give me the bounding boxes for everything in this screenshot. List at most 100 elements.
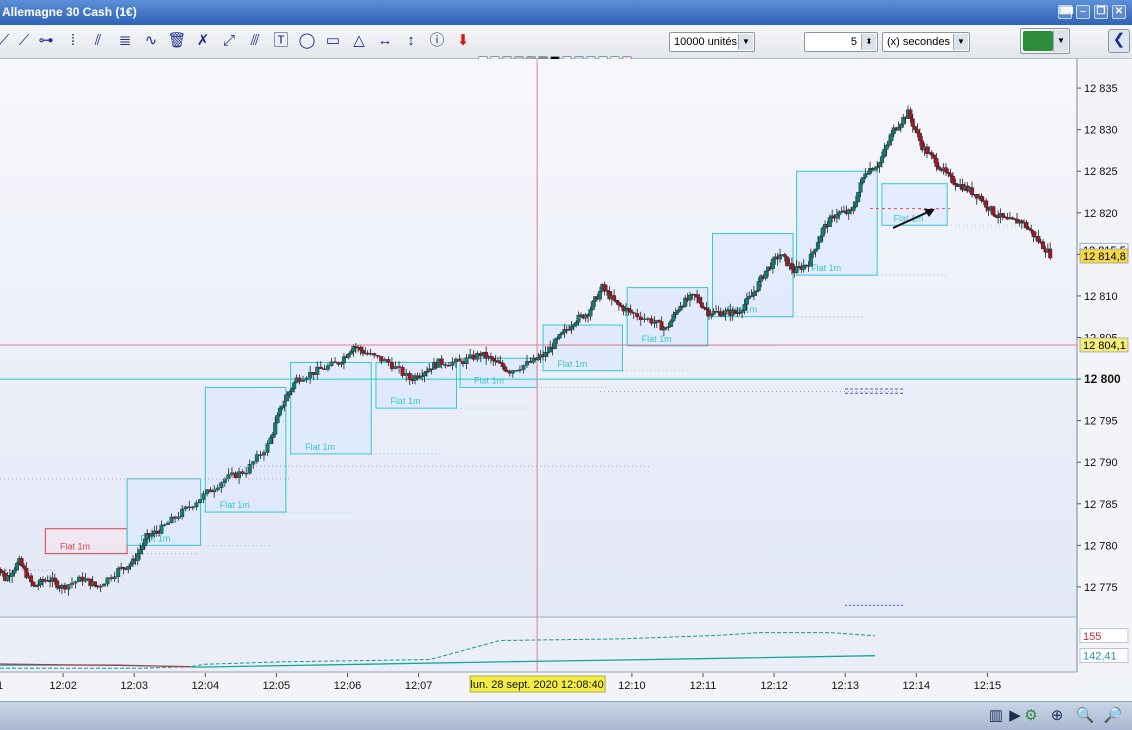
candle-body <box>215 487 220 491</box>
candle-body <box>116 568 121 577</box>
candle-body <box>275 414 280 424</box>
candle-body <box>576 314 581 323</box>
channel-tool-icon[interactable]: ⫽ <box>88 31 108 51</box>
candle-body <box>349 351 354 355</box>
candle-body <box>1029 229 1034 232</box>
eraser-icon[interactable]: ✗ <box>193 31 213 51</box>
candle-body <box>180 508 185 518</box>
candle-body <box>205 489 210 494</box>
indicators-chart-icon <box>1023 31 1053 51</box>
candle-body <box>368 353 373 355</box>
rectangle-tool-icon[interactable]: ▭ <box>323 31 343 51</box>
toolbar-scroll-icon[interactable]: ❮ <box>1108 29 1130 53</box>
candle-body <box>73 581 78 584</box>
candle-body <box>552 339 557 350</box>
candle-body <box>872 167 877 171</box>
horizontal-line-tool-icon[interactable]: ⊶ <box>36 31 56 51</box>
chevron-down-icon[interactable]: ▼ <box>1053 30 1068 52</box>
flat-zone-box[interactable] <box>796 170 878 276</box>
close-button[interactable]: ✕ <box>1112 5 1126 19</box>
candle-body <box>159 524 164 534</box>
candle-body <box>66 584 71 590</box>
chart-settings-icon[interactable]: ⚙ <box>1020 705 1042 727</box>
candle-body <box>29 575 34 583</box>
candle-body <box>0 569 3 572</box>
candle-body <box>1036 236 1041 242</box>
fibonacci-tool-icon[interactable]: ≣ <box>115 31 135 51</box>
candle-body <box>834 214 839 219</box>
candle-body <box>635 313 640 318</box>
flat-zone-box[interactable] <box>204 386 287 513</box>
candle-body <box>645 318 650 320</box>
trendline-tool-icon[interactable]: ⟋ <box>14 31 34 51</box>
candle-body <box>723 310 728 315</box>
indicators-button[interactable]: ▼ <box>1020 28 1070 54</box>
candle-body <box>503 366 508 371</box>
vertical-measure-tool-icon[interactable]: ↕ <box>401 31 421 51</box>
interval-unit-select[interactable]: (x) secondes ▼ <box>882 32 970 52</box>
candle-body <box>948 173 953 177</box>
stepper-arrows-icon[interactable]: ⬍ <box>861 34 876 50</box>
quantity-select[interactable]: 10000 unités ▼ <box>669 32 755 52</box>
chevron-down-icon[interactable]: ▼ <box>953 34 968 50</box>
ellipse-tool-icon[interactable]: ◯ <box>297 31 317 51</box>
candle-body <box>915 129 920 134</box>
candle-body <box>574 322 579 325</box>
question-tool-icon[interactable]: ⓘ <box>427 31 447 51</box>
line-tool-icon[interactable]: ⟋ <box>0 31 14 51</box>
candlestick[interactable] <box>991 206 996 217</box>
candle-body <box>763 270 768 279</box>
vertical-line-tool-icon[interactable]: ⁞ <box>63 31 83 51</box>
candle-body <box>889 133 894 142</box>
candle-body <box>62 584 67 590</box>
candle-body <box>14 563 19 571</box>
zigzag-tool-icon[interactable]: ∿ <box>141 31 161 51</box>
measure-tool-icon[interactable]: ↔ <box>375 31 395 51</box>
restore-button[interactable]: ❐ <box>1094 5 1108 19</box>
time-axis-label: 12:02 <box>49 680 77 692</box>
trash-icon[interactable]: 🗑 <box>167 31 187 51</box>
candle-body <box>19 558 24 566</box>
sub-plot-area[interactable] <box>0 618 1077 672</box>
candle-body <box>379 356 384 362</box>
candlestick[interactable] <box>197 499 202 504</box>
price-axis-label: 12 795 <box>1084 416 1118 428</box>
flat-zone-label: Flat 1m <box>390 396 420 406</box>
candle-body <box>0 570 5 574</box>
candle-body <box>1048 248 1053 259</box>
candle-body <box>287 391 292 396</box>
candle-body <box>557 334 562 339</box>
candle-body <box>946 171 951 174</box>
candlestick[interactable] <box>856 191 861 203</box>
candle-body <box>917 132 922 142</box>
cross-arrows-tool-icon[interactable]: ⤢ <box>219 31 239 51</box>
candle-body <box>187 506 192 509</box>
candle-body <box>704 307 709 310</box>
candle-body <box>808 253 813 267</box>
candle-body <box>358 347 363 351</box>
candle-body <box>853 201 858 208</box>
candle-body <box>742 304 747 311</box>
chevron-down-icon[interactable]: ▼ <box>738 34 753 50</box>
keyboard-icon[interactable]: ⌨ <box>1058 5 1073 19</box>
candle-body <box>697 297 702 303</box>
candle-body <box>851 206 856 212</box>
minimize-button[interactable]: – <box>1076 5 1090 19</box>
price-chart[interactable]: Flat 1m Flat 1m Flat 1m Flat 1m Flat 1m Flat … <box>0 59 1132 701</box>
triangle-tool-icon[interactable]: △ <box>349 31 369 51</box>
scroll-handle-icon[interactable]: ▥ <box>986 705 1006 727</box>
candle-body <box>1000 213 1005 218</box>
candle-body <box>626 308 631 310</box>
interval-value-stepper[interactable]: 5 ⬍ <box>804 32 878 52</box>
candle-body <box>105 577 110 585</box>
zoom-fit-icon[interactable]: ⊕ <box>1046 705 1068 727</box>
text-tool-icon[interactable]: 🅃 <box>271 31 291 51</box>
zoom-out-icon[interactable]: 🔍 <box>1074 705 1096 727</box>
zoom-in-icon[interactable]: 🔎 <box>1102 705 1124 727</box>
down-arrow-tool-icon[interactable]: ⬇ <box>453 31 473 51</box>
candle-body <box>699 302 704 308</box>
candle-body <box>375 354 380 357</box>
flat-zone-label: Flat 1m <box>642 334 672 344</box>
parallel-lines-tool-icon[interactable]: ⫻ <box>245 31 265 51</box>
candle-body <box>932 154 937 159</box>
